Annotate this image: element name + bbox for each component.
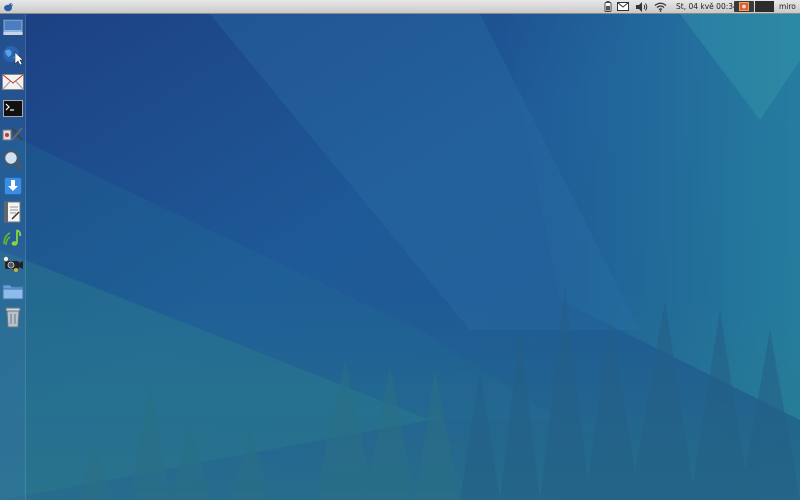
download-icon <box>4 177 22 195</box>
network-indicator[interactable] <box>654 0 667 13</box>
music-player-icon <box>3 229 22 246</box>
desktop-icon <box>3 19 23 35</box>
search-icon <box>3 150 23 170</box>
battery-indicator[interactable] <box>604 0 612 13</box>
workspace-switcher-2[interactable] <box>755 1 774 12</box>
dock-item-download[interactable] <box>2 175 24 197</box>
dock-item-file-manager[interactable] <box>2 280 24 302</box>
volume-indicator[interactable] <box>636 0 648 13</box>
clock[interactable]: St, 04 kvě 00:34 <box>676 0 738 13</box>
dock-item-settings[interactable] <box>2 123 24 145</box>
workspace-switcher-1[interactable] <box>734 1 754 12</box>
desktop-wallpaper <box>0 0 800 500</box>
dock-item-mail[interactable] <box>2 71 24 93</box>
terminal-icon <box>3 99 23 117</box>
dock-item-terminal[interactable] <box>2 97 24 119</box>
workspace-thumbnail-icon <box>739 2 749 11</box>
trash-icon <box>5 307 21 328</box>
dock-item-video-player[interactable] <box>2 253 24 275</box>
dock-item-search[interactable] <box>2 149 24 171</box>
dock <box>0 14 26 500</box>
settings-icon <box>2 127 23 141</box>
dock-item-trash[interactable] <box>2 306 24 328</box>
mail-client-icon <box>2 74 24 90</box>
volume-icon <box>636 1 648 12</box>
user-menu[interactable]: miro <box>779 0 796 13</box>
folder-icon <box>2 284 24 300</box>
mail-icon <box>617 2 629 11</box>
battery-icon <box>604 1 612 12</box>
dock-item-desktop[interactable] <box>2 17 24 39</box>
applications-menu-button[interactable] <box>2 0 14 13</box>
dock-item-music-player[interactable] <box>2 227 24 249</box>
xfce-mouse-icon <box>4 2 13 11</box>
web-browser-icon <box>3 46 24 66</box>
dock-item-text-editor[interactable] <box>2 201 24 223</box>
dock-item-web-browser[interactable] <box>2 44 24 66</box>
mail-indicator[interactable] <box>617 0 629 13</box>
wifi-icon <box>654 2 667 12</box>
top-panel: St, 04 kvě 00:34 miro <box>0 0 800 14</box>
text-editor-icon <box>4 201 21 223</box>
video-player-icon <box>3 256 23 272</box>
